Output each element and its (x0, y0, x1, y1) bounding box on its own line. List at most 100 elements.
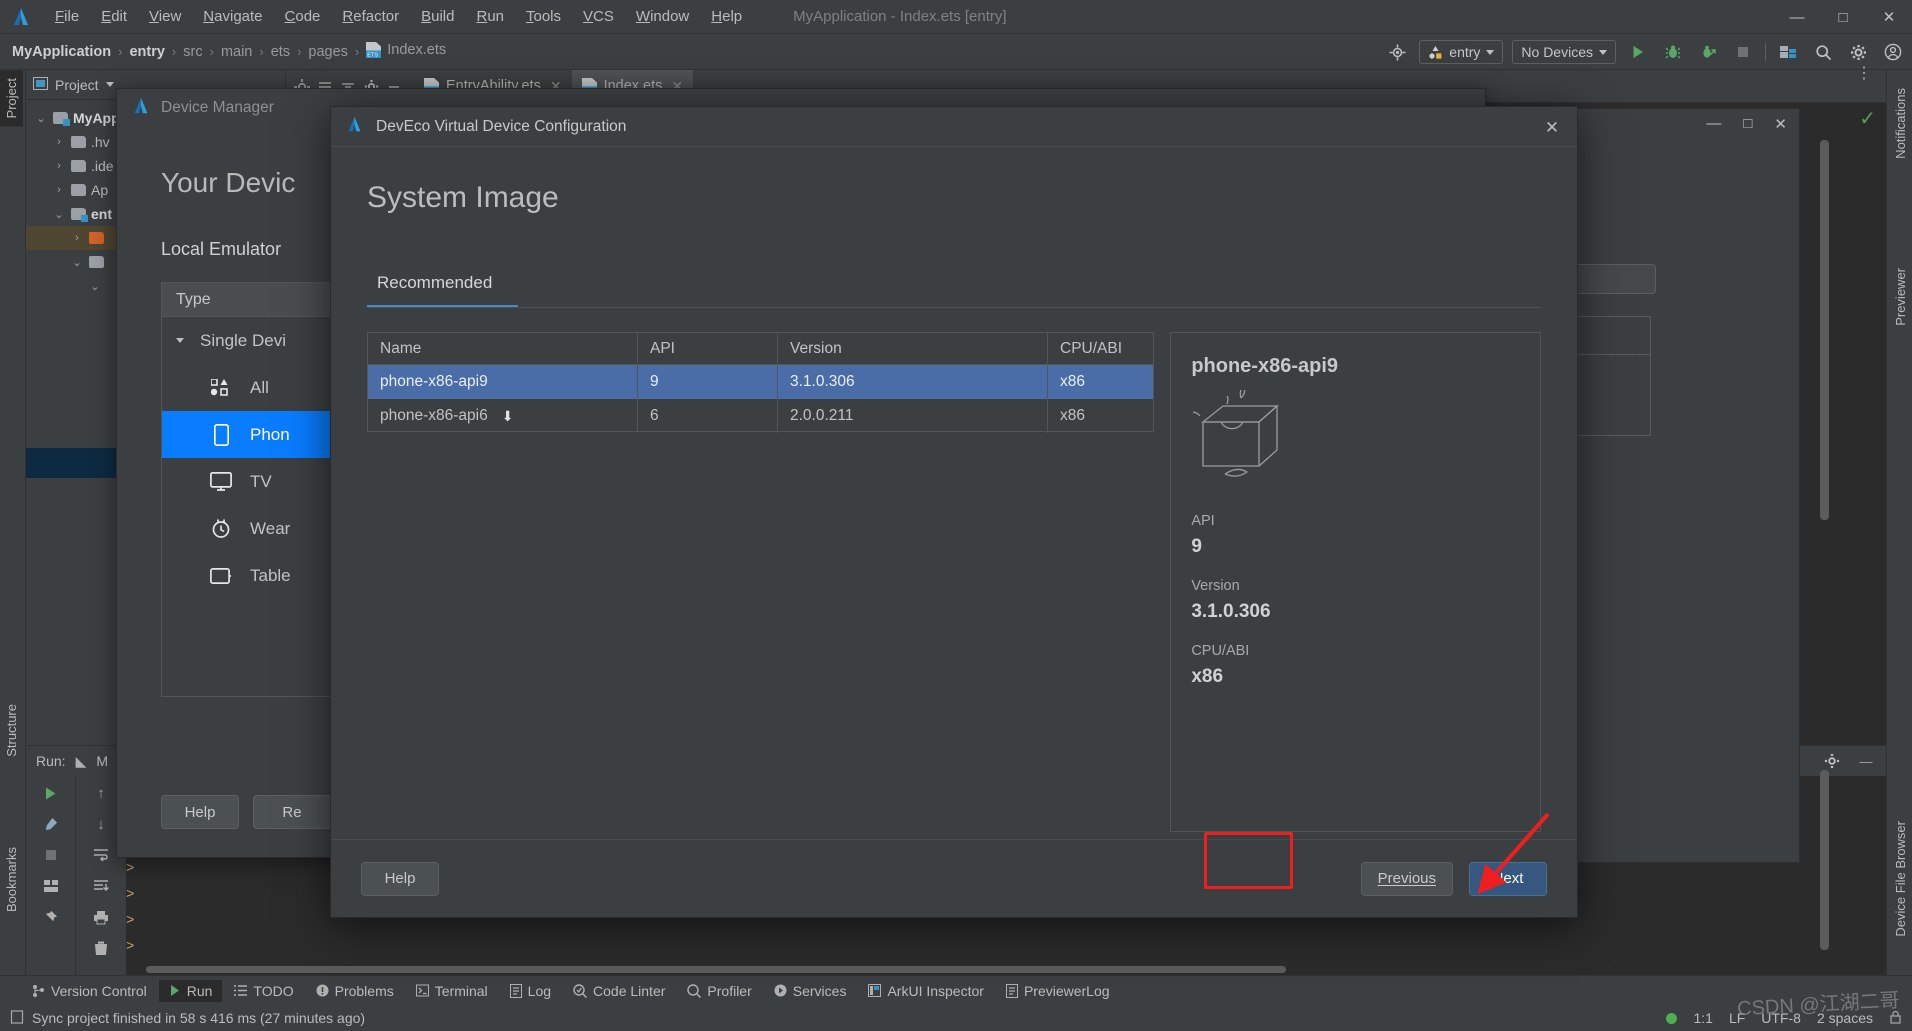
window-title: MyApplication - Index.ets [entry] (793, 8, 1007, 25)
download-icon[interactable]: ⬇ (502, 408, 514, 425)
attach-debugger-icon[interactable] (1695, 39, 1721, 65)
sidebar-item-device-file-browser[interactable]: Device File Browser (1889, 813, 1912, 945)
column-header-version[interactable]: Version (778, 333, 1048, 364)
structure-tab-label: Structure (4, 704, 19, 757)
chevron-icon[interactable]: ⌄ (34, 112, 48, 125)
menu-item-refactor[interactable]: Refactor (331, 4, 410, 29)
run-icon[interactable] (1625, 39, 1651, 65)
target-icon[interactable] (1384, 39, 1410, 65)
tool-window-button-log[interactable]: Log (500, 980, 561, 1002)
chevron-icon[interactable]: ⌄ (88, 280, 102, 293)
stop-icon[interactable] (1730, 39, 1756, 65)
run-panel-actions: — (1822, 746, 1886, 776)
chevron-icon[interactable]: › (52, 136, 66, 148)
module-selector[interactable]: entry (1419, 40, 1504, 64)
close-icon[interactable]: ✕ (1539, 115, 1565, 141)
caret-position[interactable]: 1:1 (1693, 1010, 1712, 1026)
tool-window-button-previewerlog[interactable]: PreviewerLog (996, 980, 1120, 1002)
system-image-row[interactable]: phone-x86-api6 ⬇ 6 2.0.0.211 x86 (368, 399, 1153, 433)
device-selector[interactable]: No Devices (1512, 40, 1616, 64)
account-icon[interactable] (1880, 39, 1906, 65)
sidebar-item-bookmarks[interactable]: Bookmarks (0, 839, 23, 920)
close-window-button[interactable]: ✕ (1866, 0, 1912, 34)
tool-window-button-arkui-inspector[interactable]: ArkUI Inspector (858, 980, 993, 1002)
chevron-down-icon[interactable] (176, 338, 184, 343)
pin-icon[interactable] (40, 906, 62, 928)
chevron-down-icon[interactable] (105, 82, 114, 87)
gear-icon[interactable] (1845, 39, 1871, 65)
column-header-cpu-abi[interactable]: CPU/ABI (1048, 333, 1153, 364)
stop-process-icon[interactable] (40, 844, 62, 866)
bg-maximize-button[interactable]: □ (1743, 115, 1752, 133)
bg-minimize-button[interactable]: — (1706, 115, 1721, 133)
chevron-icon[interactable]: ⌄ (52, 208, 66, 221)
tool-window-button-code-linter[interactable]: Code Linter (563, 980, 675, 1002)
menu-item-vcs[interactable]: VCS (572, 4, 625, 29)
tool-window-button-profiler[interactable]: Profiler (677, 980, 761, 1002)
menu-item-tools[interactable]: Tools (515, 4, 572, 29)
rerun-icon[interactable] (40, 782, 62, 804)
menu-item-window[interactable]: Window (625, 4, 700, 29)
menu-item-view[interactable]: View (138, 4, 192, 29)
menu-item-file[interactable]: File (44, 4, 90, 29)
previous-button[interactable]: Previous (1360, 861, 1453, 896)
next-button[interactable]: Next (1469, 861, 1547, 896)
terminal-icon (415, 984, 429, 997)
debug-icon[interactable] (1660, 39, 1686, 65)
sidebar-item-notifications[interactable]: Notifications (1889, 80, 1912, 167)
menu-item-edit[interactable]: Edit (90, 4, 138, 29)
down-arrow-icon[interactable]: ↓ (90, 813, 112, 835)
menu-item-help[interactable]: Help (700, 4, 753, 29)
layout-icon[interactable] (40, 875, 62, 897)
soft-wrap-icon[interactable] (90, 844, 112, 866)
bg-vertical-scrollbar-2[interactable] (1820, 770, 1829, 950)
device-manager-refresh-button[interactable]: Re (253, 795, 331, 829)
chevron-icon[interactable]: › (52, 184, 66, 196)
device-type-label: TV (250, 471, 272, 491)
breadcrumb-item-main[interactable]: main (217, 44, 256, 60)
bg-vertical-scrollbar[interactable] (1820, 140, 1829, 520)
image-selection-area: Name API Version CPU/ABI phone-x86-api9 9… (367, 332, 1541, 832)
bg-close-button[interactable]: ✕ (1774, 115, 1787, 133)
menu-item-code[interactable]: Code (274, 4, 332, 29)
device-manager-help-button[interactable]: Help (161, 795, 239, 829)
breadcrumb-item-src[interactable]: src (179, 44, 206, 60)
sidebar-item-previewer[interactable]: Previewer (1889, 260, 1912, 334)
breadcrumb-item-index-ets[interactable]: ETS Index.ets (362, 41, 450, 62)
tool-window-button-terminal[interactable]: Terminal (406, 980, 498, 1002)
breadcrumb-item-ets[interactable]: ets (267, 44, 294, 60)
menu-item-build[interactable]: Build (410, 4, 465, 29)
tool-window-button-todo[interactable]: TODO (224, 980, 303, 1002)
breadcrumb-item-entry[interactable]: entry (125, 44, 168, 60)
print-icon[interactable] (90, 906, 112, 928)
tool-window-button-services[interactable]: Services (764, 980, 857, 1002)
project-structure-icon[interactable] (1775, 39, 1801, 65)
column-header-api[interactable]: API (638, 333, 778, 364)
search-icon[interactable] (1810, 39, 1836, 65)
run-panel-minimize-icon[interactable]: — (1856, 751, 1876, 771)
run-panel-gear-icon[interactable] (1822, 751, 1842, 771)
chevron-icon[interactable]: ⌄ (70, 256, 84, 269)
menu-item-navigate[interactable]: Navigate (192, 4, 273, 29)
console-horizontal-scrollbar[interactable] (146, 966, 1286, 973)
scroll-to-end-icon[interactable] (90, 875, 112, 897)
menu-item-run[interactable]: Run (465, 4, 515, 29)
edit-configuration-icon[interactable] (40, 813, 62, 835)
minimize-window-button[interactable]: — (1774, 0, 1820, 34)
chevron-icon[interactable]: › (52, 160, 66, 172)
up-arrow-icon[interactable]: ↑ (90, 782, 112, 804)
tool-window-button-run[interactable]: Run (158, 979, 223, 1002)
chevron-icon[interactable]: › (70, 232, 84, 244)
tool-window-button-problems[interactable]: Problems (306, 980, 404, 1002)
dialog-help-button[interactable]: Help (361, 861, 439, 896)
tool-window-button-version-control[interactable]: Version Control (22, 980, 157, 1002)
breadcrumb-item-myapplication[interactable]: MyApplication (8, 44, 115, 60)
clear-all-icon[interactable] (90, 937, 112, 959)
tab-recommended[interactable]: Recommended (367, 263, 519, 307)
system-image-row[interactable]: phone-x86-api9 9 3.1.0.306 x86 (368, 365, 1154, 399)
breadcrumb-item-pages[interactable]: pages (304, 44, 352, 60)
maximize-window-button[interactable]: □ (1820, 0, 1866, 34)
sidebar-item-project[interactable]: Project (0, 70, 23, 127)
sidebar-item-structure[interactable]: Structure (0, 696, 23, 765)
column-header-name[interactable]: Name (368, 333, 638, 364)
